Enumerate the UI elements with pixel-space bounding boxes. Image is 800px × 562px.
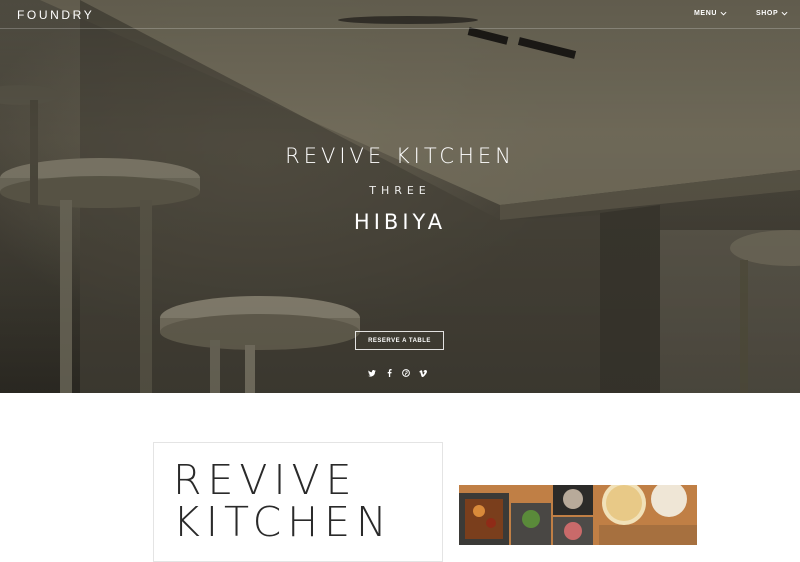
top-navigation: FOUNDRY MENU SHOP bbox=[0, 0, 800, 29]
shop-dropdown[interactable]: SHOP bbox=[756, 10, 788, 17]
reserve-table-button[interactable]: RESERVE A TABLE bbox=[355, 331, 444, 350]
hero-title: REVIVE KITCHEN bbox=[285, 144, 515, 168]
intro-heading: REVIVE KITCHEN bbox=[173, 456, 393, 546]
site-logo[interactable]: FOUNDRY bbox=[17, 8, 94, 22]
hero-location: HIBIYA bbox=[353, 210, 447, 234]
chevron-down-icon bbox=[781, 11, 788, 16]
hero-banner: FOUNDRY MENU SHOP REVIVE KITCHEN THREE H… bbox=[0, 0, 800, 393]
shop-label: SHOP bbox=[756, 10, 779, 17]
bento-dishes-image bbox=[459, 485, 697, 545]
menu-label: MENU bbox=[694, 10, 718, 17]
food-photo bbox=[459, 485, 697, 545]
twitter-icon[interactable] bbox=[368, 369, 376, 377]
vimeo-icon[interactable] bbox=[419, 369, 427, 377]
facebook-icon[interactable] bbox=[385, 369, 393, 377]
intro-card: REVIVE KITCHEN bbox=[153, 442, 443, 562]
social-links bbox=[368, 369, 427, 377]
chevron-down-icon bbox=[720, 11, 727, 16]
hero-subtitle: THREE bbox=[369, 184, 431, 197]
menu-dropdown[interactable]: MENU bbox=[694, 10, 727, 17]
pinterest-icon[interactable] bbox=[402, 369, 410, 377]
